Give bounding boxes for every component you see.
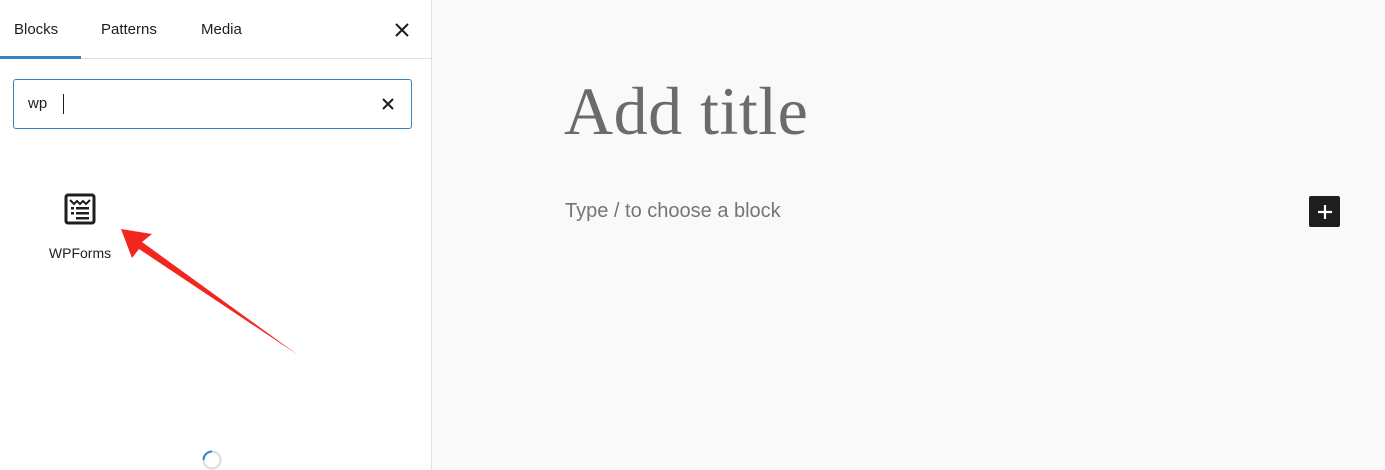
editor-canvas: Add title Type / to choose a block [433, 0, 1385, 470]
loading-spinner-icon [202, 450, 222, 470]
clear-search-button[interactable] [375, 91, 401, 117]
add-block-button[interactable] [1309, 196, 1340, 227]
block-placeholder-paragraph[interactable]: Type / to choose a block [565, 200, 781, 223]
block-search-box [13, 79, 412, 129]
close-icon [395, 23, 409, 37]
block-search-input[interactable] [14, 80, 354, 127]
active-tab-indicator [0, 56, 81, 59]
inserter-tabs: Blocks Patterns Media [0, 0, 431, 59]
tab-patterns[interactable]: Patterns [101, 0, 157, 59]
text-caret [63, 94, 64, 114]
tab-media[interactable]: Media [201, 0, 242, 59]
post-title-field[interactable]: Add title [564, 72, 808, 151]
close-inserter-button[interactable] [388, 16, 416, 44]
block-result-wpforms[interactable]: WPForms [36, 186, 124, 270]
plus-icon [1317, 204, 1332, 219]
block-result-label: WPForms [48, 245, 112, 261]
block-inserter-panel: Blocks Patterns Media WPForms [0, 0, 432, 470]
close-icon [382, 98, 394, 110]
wpforms-icon [64, 193, 96, 225]
tab-blocks[interactable]: Blocks [14, 0, 58, 59]
